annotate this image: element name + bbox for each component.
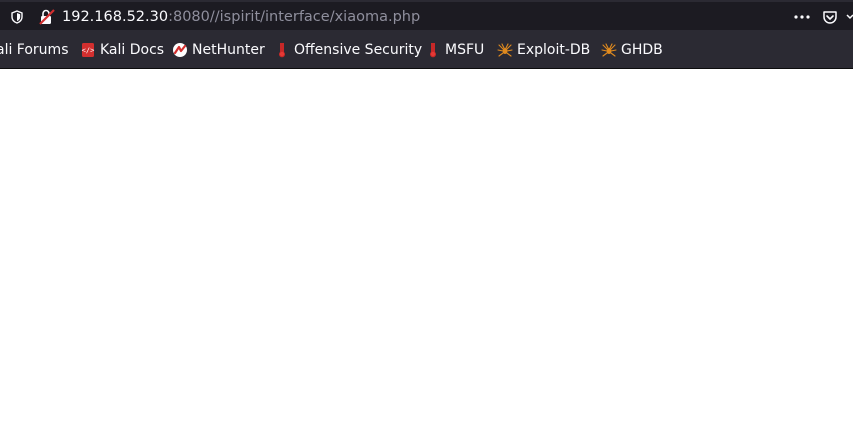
bookmark-kali-docs[interactable]: </> Kali Docs: [80, 40, 164, 60]
ghdb-icon: [601, 43, 617, 57]
overflow-menu-icon[interactable]: [846, 12, 853, 22]
url-text[interactable]: 192.168.52.30:8080//ispirit/interface/xi…: [62, 7, 420, 27]
bookmark-label: Exploit-DB: [517, 42, 591, 58]
bookmark-label: ali Forums: [0, 42, 69, 58]
bookmark-label: NetHunter: [192, 42, 265, 58]
url-host: 192.168.52.30: [62, 9, 169, 25]
bookmark-nethunter[interactable]: NetHunter: [172, 40, 265, 60]
bookmark-exploit-db[interactable]: Exploit-DB: [497, 40, 590, 60]
msfu-icon: [430, 43, 436, 58]
exploit-db-icon: [497, 43, 513, 57]
bookmark-label: Offensive Security: [294, 42, 423, 58]
bookmark-kali-forums[interactable]: ali Forums: [0, 40, 69, 60]
address-bar[interactable]: 192.168.52.30:8080//ispirit/interface/xi…: [0, 2, 853, 30]
bookmark-offensive-security[interactable]: Offensive Security: [274, 40, 422, 60]
bookmark-msfu[interactable]: MSFU: [425, 40, 484, 60]
page-content-blank: [0, 69, 853, 440]
kali-docs-icon: </>: [82, 43, 95, 57]
bookmark-label: GHDB: [621, 42, 663, 58]
page-actions-more-icon[interactable]: [793, 10, 811, 24]
bookmark-label: MSFU: [445, 42, 485, 58]
browser-chrome: 192.168.52.30:8080//ispirit/interface/xi…: [0, 0, 853, 69]
offensive-security-icon: [279, 43, 285, 58]
navigation-toolbar: 192.168.52.30:8080//ispirit/interface/xi…: [0, 0, 853, 33]
bookmark-label: Kali Docs: [100, 42, 165, 58]
tracking-protection-shield-icon[interactable]: [10, 10, 24, 24]
nethunter-icon: [173, 43, 187, 57]
insecure-connection-lock-icon[interactable]: [38, 8, 56, 26]
pocket-save-icon[interactable]: [822, 9, 838, 25]
svg-text:</>: </>: [82, 47, 95, 55]
bookmarks-toolbar: ali Forums </> Kali Docs NetHunter Offen…: [0, 33, 853, 69]
bookmark-ghdb[interactable]: GHDB: [601, 40, 663, 60]
url-path: :8080//ispirit/interface/xiaoma.php: [168, 9, 421, 25]
